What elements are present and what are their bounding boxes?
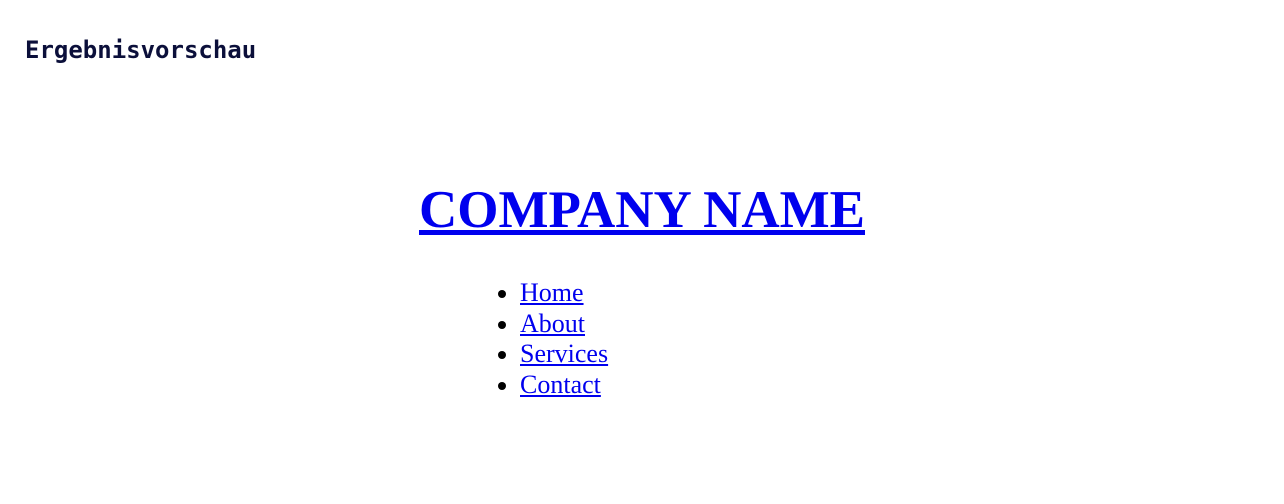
- company-title: COMPANY NAME: [0, 178, 1284, 242]
- preview-frame: COMPANY NAME Home About Services Contact: [0, 110, 1284, 504]
- nav-item-about: About: [520, 309, 608, 340]
- nav-link-home[interactable]: Home: [520, 278, 584, 307]
- nav-link-contact[interactable]: Contact: [520, 370, 601, 399]
- nav-item-services: Services: [520, 339, 608, 370]
- nav-list: Home About Services Contact: [520, 278, 608, 400]
- nav-item-home: Home: [520, 278, 608, 309]
- preview-heading: Ergebnisvorschau: [25, 36, 257, 64]
- nav-link-about[interactable]: About: [520, 309, 585, 338]
- company-name-link[interactable]: COMPANY NAME: [419, 181, 865, 239]
- nav-item-contact: Contact: [520, 370, 608, 401]
- nav-link-services[interactable]: Services: [520, 339, 608, 368]
